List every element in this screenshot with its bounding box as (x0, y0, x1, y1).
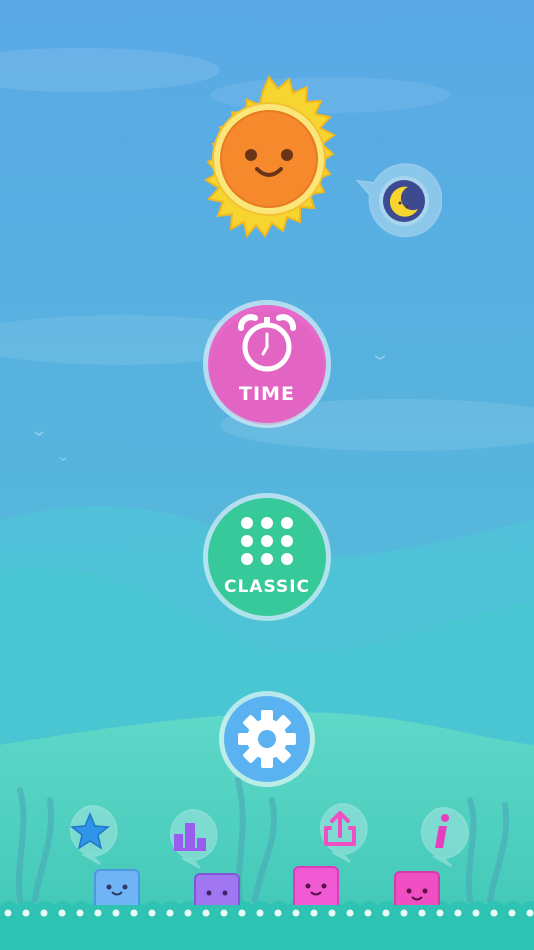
share-button[interactable] (312, 802, 368, 864)
leaderboard-button[interactable] (162, 808, 218, 870)
grid-dots-icon (241, 517, 293, 565)
alarm-clock-icon (238, 314, 296, 372)
time-mode-button[interactable]: TIME (201, 298, 333, 430)
gear-icon (238, 710, 296, 768)
magenta-square-character (394, 871, 440, 905)
blue-square-character (94, 869, 140, 905)
purple-square-character (194, 873, 240, 905)
info-button[interactable] (413, 806, 469, 868)
pink-square-character (293, 866, 339, 905)
smiling-sun-icon (204, 75, 336, 239)
classic-mode-button[interactable]: CLASSIC (201, 491, 333, 623)
time-mode-label: TIME (239, 383, 295, 405)
rate-button[interactable] (62, 804, 118, 866)
settings-button[interactable] (218, 690, 316, 788)
moon-icon (355, 163, 443, 238)
theme-toggle-button[interactable] (355, 163, 443, 239)
classic-mode-label: CLASSIC (224, 577, 310, 597)
